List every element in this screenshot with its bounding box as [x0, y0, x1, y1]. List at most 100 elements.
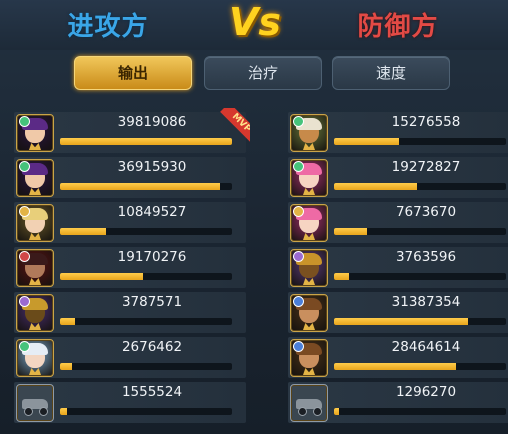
- hero-portrait[interactable]: [290, 159, 328, 197]
- hero-portrait[interactable]: [290, 204, 328, 242]
- rank-crest-icon: [303, 143, 315, 150]
- hero-portrait[interactable]: [16, 114, 54, 152]
- attacker-row: 3787571: [14, 292, 246, 333]
- vehicle-portrait[interactable]: [290, 384, 328, 422]
- wheel-icon: [24, 407, 33, 416]
- wheel-icon: [39, 407, 48, 416]
- damage-value: 3763596: [395, 249, 457, 265]
- rank-crest-icon: [29, 233, 41, 240]
- defender-row: 19272827: [288, 157, 508, 198]
- damage-bar: [60, 138, 232, 145]
- attacker-title: 进攻方: [67, 12, 149, 42]
- rarity-badge-icon: [19, 251, 30, 262]
- hero-portrait[interactable]: [16, 204, 54, 242]
- damage-bar: [60, 318, 232, 325]
- damage-value: 1296270: [395, 384, 457, 400]
- attacker-row: 39819086 MVP: [14, 108, 250, 153]
- hero-portrait[interactable]: [16, 159, 54, 197]
- damage-bar: [334, 273, 506, 280]
- rank-crest-icon: [29, 323, 41, 330]
- rarity-badge-icon: [19, 161, 30, 172]
- damage-bar-fill: [60, 363, 73, 370]
- tab-damage[interactable]: 输出: [74, 56, 192, 90]
- damage-value: 10849527: [117, 204, 187, 220]
- header-bar: 进攻方 Vs 防御方: [0, 0, 508, 50]
- hero-portrait[interactable]: [16, 339, 54, 377]
- tab-healing[interactable]: 治疗: [204, 56, 322, 90]
- wheel-icon: [313, 407, 322, 416]
- damage-bar: [60, 273, 232, 280]
- rarity-badge-icon: [19, 116, 30, 127]
- damage-bar: [334, 183, 506, 190]
- damage-value: 39819086: [117, 114, 187, 130]
- rarity-badge-icon: [293, 251, 304, 262]
- attacker-row: 10849527: [14, 202, 246, 243]
- damage-bar-fill: [60, 408, 67, 415]
- damage-bar-fill: [334, 408, 340, 415]
- damage-value: 19170276: [117, 249, 187, 265]
- damage-value: 28464614: [391, 339, 461, 355]
- damage-bar-fill: [334, 273, 350, 280]
- hero-portrait[interactable]: [290, 339, 328, 377]
- rarity-badge-icon: [293, 161, 304, 172]
- rank-crest-icon: [303, 278, 315, 285]
- vs-label: Vs: [228, 0, 282, 44]
- damage-bar-fill: [60, 228, 107, 235]
- battle-stats-panel: 进攻方 Vs 防御方 输出 治疗 速度 39819086 MVP 36915930 1…: [0, 0, 508, 434]
- damage-bar: [334, 228, 506, 235]
- defender-row: 1296270: [288, 382, 508, 423]
- rank-crest-icon: [303, 368, 315, 375]
- damage-value: 31387354: [391, 294, 461, 310]
- damage-value: 15276558: [391, 114, 461, 130]
- damage-bar-fill: [60, 138, 232, 145]
- damage-bar-fill: [334, 318, 469, 325]
- damage-value: 1555524: [121, 384, 183, 400]
- attacker-row: 2676462: [14, 337, 246, 378]
- hero-portrait[interactable]: [290, 249, 328, 287]
- damage-bar: [334, 318, 506, 325]
- attacker-row: 19170276: [14, 247, 246, 288]
- defender-row: 31387354: [288, 292, 508, 333]
- defender-title: 防御方: [357, 12, 439, 42]
- rarity-badge-icon: [293, 206, 304, 217]
- defender-row: 7673670: [288, 202, 508, 243]
- damage-bar-fill: [60, 183, 220, 190]
- damage-value: 36915930: [117, 159, 187, 175]
- attacker-row: 1555524: [14, 382, 246, 423]
- damage-bar: [334, 363, 506, 370]
- damage-bar: [60, 408, 232, 415]
- hero-portrait[interactable]: [290, 114, 328, 152]
- hero-portrait[interactable]: [290, 294, 328, 332]
- hero-portrait[interactable]: [16, 249, 54, 287]
- damage-value: 3787571: [121, 294, 183, 310]
- rarity-badge-icon: [293, 116, 304, 127]
- rarity-badge-icon: [293, 296, 304, 307]
- rarity-badge-icon: [19, 341, 30, 352]
- wheel-icon: [298, 407, 307, 416]
- defender-row: 15276558: [288, 112, 508, 153]
- hero-portrait[interactable]: [16, 294, 54, 332]
- damage-bar: [334, 138, 506, 145]
- tab-speed[interactable]: 速度: [332, 56, 450, 90]
- rank-crest-icon: [29, 368, 41, 375]
- damage-bar-fill: [60, 273, 143, 280]
- rank-crest-icon: [29, 278, 41, 285]
- rank-crest-icon: [303, 233, 315, 240]
- vehicle-portrait[interactable]: [16, 384, 54, 422]
- damage-value: 7673670: [395, 204, 457, 220]
- damage-value: 19272827: [391, 159, 461, 175]
- attacker-row: 36915930: [14, 157, 246, 198]
- mvp-badge: MVP: [216, 108, 250, 142]
- stat-tabs: 输出 治疗 速度: [0, 56, 508, 92]
- damage-bar-fill: [334, 228, 367, 235]
- damage-value: 2676462: [121, 339, 183, 355]
- rarity-badge-icon: [19, 296, 30, 307]
- damage-bar: [60, 363, 232, 370]
- defender-row: 3763596: [288, 247, 508, 288]
- rarity-badge-icon: [19, 206, 30, 217]
- mvp-ribbon: MVP: [220, 108, 250, 142]
- rank-crest-icon: [303, 188, 315, 195]
- damage-bar-fill: [334, 138, 400, 145]
- defender-row: 28464614: [288, 337, 508, 378]
- rank-crest-icon: [29, 143, 41, 150]
